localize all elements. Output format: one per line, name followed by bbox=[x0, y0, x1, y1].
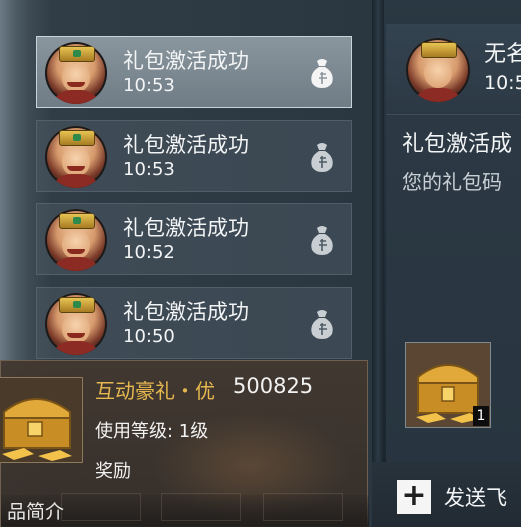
mail-heading: 礼包激活成 bbox=[402, 132, 513, 157]
item-name: 互动豪礼・优 bbox=[95, 379, 215, 403]
sender-avatar bbox=[406, 38, 470, 102]
item-icon-frame bbox=[0, 377, 83, 463]
mail-time: 10:53 bbox=[484, 72, 521, 94]
message-time: 10:50 bbox=[123, 326, 175, 347]
item-intro-label: 品简介 bbox=[7, 501, 65, 523]
message-title: 礼包激活成功 bbox=[123, 216, 249, 240]
item-reward-label: 奖励 bbox=[95, 461, 131, 482]
mail-body: 您的礼包码 bbox=[402, 170, 502, 194]
message-title: 礼包激活成功 bbox=[123, 133, 249, 157]
money-bag-icon bbox=[311, 310, 333, 339]
background-button-ghost bbox=[61, 493, 141, 521]
message-time: 10:53 bbox=[123, 75, 175, 96]
item-tooltip: 互动豪礼・优 500825 使用等级: 1级 奖励 品简介 bbox=[0, 360, 369, 527]
message-row-2[interactable]: 礼包激活成功 10:53 bbox=[36, 120, 352, 192]
message-title: 礼包激活成功 bbox=[123, 49, 249, 73]
message-time: 10:52 bbox=[123, 242, 175, 263]
background-button-ghost bbox=[161, 493, 241, 521]
sender-avatar bbox=[45, 42, 107, 104]
sender-avatar bbox=[45, 126, 107, 188]
mail-header: 无名 10:53 bbox=[386, 24, 521, 115]
message-time: 10:53 bbox=[123, 159, 175, 180]
background-button-ghost bbox=[263, 493, 343, 521]
mail-detail-panel: 无名 10:53 礼包激活成 您的礼包码 1 bbox=[386, 24, 521, 462]
attachment-slot[interactable]: 1 bbox=[405, 342, 491, 428]
message-row-4[interactable]: 礼包激活成功 10:50 bbox=[36, 287, 352, 359]
game-mail-screen: 礼包激活成功 10:53 礼包激活成功 10:53 礼包激活成功 10:52 礼… bbox=[0, 0, 521, 527]
sender-name: 无名 bbox=[484, 42, 521, 67]
item-level-requirement: 使用等级: 1级 bbox=[95, 421, 209, 442]
panel-divider bbox=[372, 0, 384, 527]
money-bag-icon bbox=[311, 59, 333, 88]
send-button-label[interactable]: 发送飞 bbox=[444, 482, 507, 512]
sender-avatar bbox=[45, 209, 107, 271]
message-row-1[interactable]: 礼包激活成功 10:53 bbox=[36, 36, 352, 108]
treasure-chest-icon bbox=[0, 378, 82, 462]
item-id: 500825 bbox=[233, 374, 314, 398]
message-title: 礼包激活成功 bbox=[123, 300, 249, 324]
item-count-badge: 1 bbox=[473, 406, 489, 426]
money-bag-icon bbox=[311, 226, 333, 255]
message-row-3[interactable]: 礼包激活成功 10:52 bbox=[36, 203, 352, 275]
sender-avatar bbox=[45, 293, 107, 355]
money-bag-icon bbox=[311, 143, 333, 172]
plus-icon[interactable]: + bbox=[397, 480, 431, 514]
